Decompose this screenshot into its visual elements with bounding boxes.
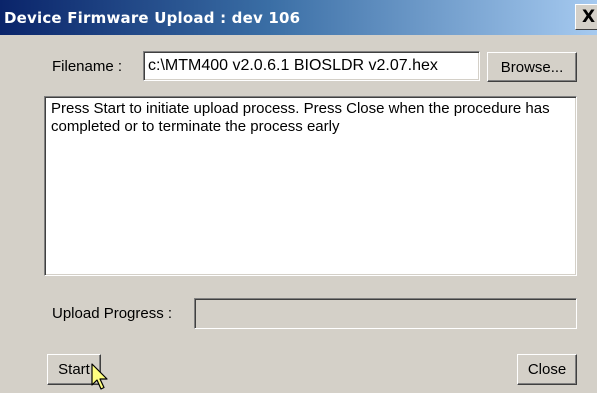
browse-button[interactable]: Browse... bbox=[487, 52, 577, 82]
status-message-box[interactable]: Press Start to initiate upload process. … bbox=[44, 96, 577, 276]
window-title: Device Firmware Upload : dev 106 bbox=[4, 9, 301, 27]
upload-progress-bar bbox=[194, 298, 577, 329]
filename-field[interactable]: c:\MTM400 v2.0.6.1 BIOSLDR v2.07.hex bbox=[143, 51, 480, 81]
title-bar[interactable]: Device Firmware Upload : dev 106 X bbox=[0, 0, 597, 35]
firmware-upload-dialog: Device Firmware Upload : dev 106 X Filen… bbox=[0, 0, 597, 393]
upload-progress-label: Upload Progress : bbox=[52, 305, 173, 322]
mouse-pointer-icon bbox=[91, 363, 108, 390]
close-icon: X bbox=[582, 6, 596, 27]
close-button[interactable]: Close bbox=[517, 354, 577, 385]
title-close-button[interactable]: X bbox=[575, 4, 597, 30]
filename-label: Filename : bbox=[52, 58, 123, 75]
